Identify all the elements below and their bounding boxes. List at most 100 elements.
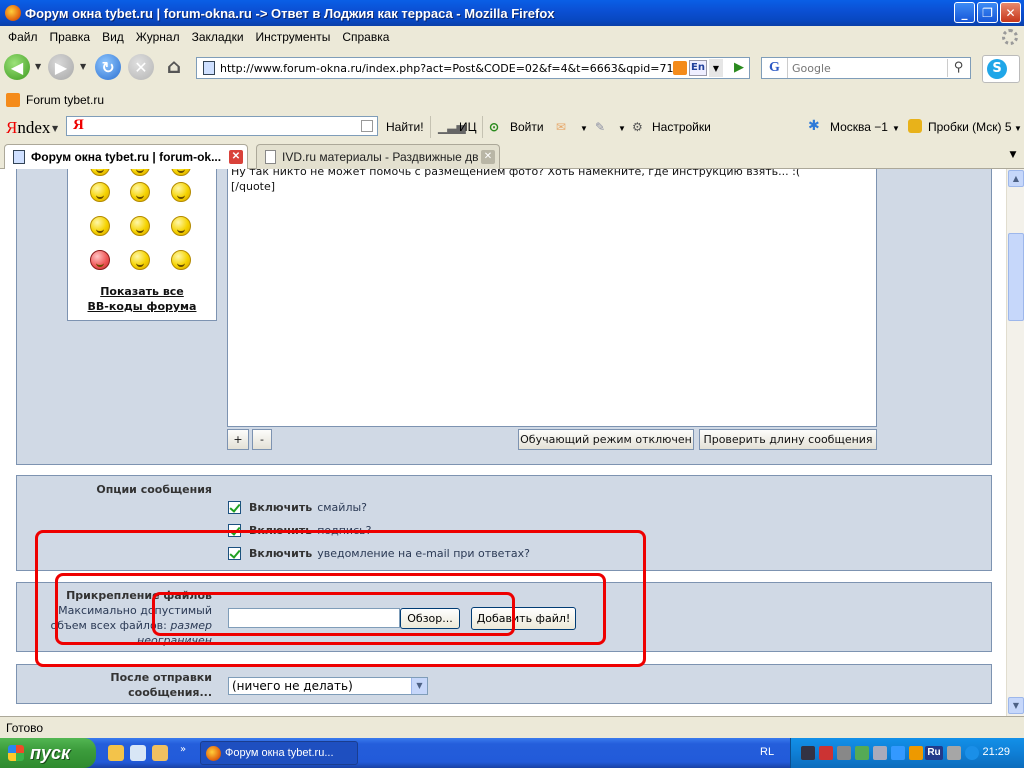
forward-history-dropdown-icon[interactable]: ▼ xyxy=(80,62,86,71)
menu-view[interactable]: Вид xyxy=(96,30,130,44)
page-scrollbar[interactable]: ▲ ▼ xyxy=(1006,169,1024,716)
quicklaunch-outlook-icon[interactable] xyxy=(108,745,124,761)
title-bar[interactable]: Форум окна tybet.ru | forum-okna.ru -> О… xyxy=(0,0,1024,26)
tray-network-icon[interactable] xyxy=(837,746,851,760)
enable-email-notify-checkbox[interactable] xyxy=(228,547,241,560)
url-history-dropdown-icon[interactable]: ▼ xyxy=(709,59,723,77)
option-enable-email-notify[interactable]: Включить уведомление на e-mail при ответа… xyxy=(228,547,530,560)
back-button[interactable]: ◀ xyxy=(4,54,30,80)
tab-close-icon[interactable]: ✕ xyxy=(229,150,243,164)
url-text[interactable]: http://www.forum-okna.ru/index.php?act=P… xyxy=(220,62,680,75)
stop-button[interactable]: ✕ xyxy=(128,54,154,80)
tab-list-dropdown-icon[interactable]: ▼ xyxy=(1004,146,1022,164)
menu-edit[interactable]: Правка xyxy=(44,30,97,44)
search-icon[interactable]: ⚲ xyxy=(947,59,969,77)
tab-ivd[interactable]: IVD.ru материалы - Раздвижные две... ✕ xyxy=(256,144,500,169)
smiley-reading-icon[interactable] xyxy=(171,182,191,202)
smiley-love-icon[interactable] xyxy=(90,250,110,270)
quicklaunch-more-icon[interactable]: » xyxy=(180,744,186,755)
yandex-traffic[interactable]: Пробки (Мск) 5 xyxy=(928,120,1012,134)
enlarge-editor-button[interactable]: + xyxy=(227,429,249,450)
smiley-icon[interactable] xyxy=(90,169,110,176)
yandex-find-button[interactable]: Найти! xyxy=(386,120,424,134)
language-indicator[interactable]: RL xyxy=(760,746,774,758)
yandex-mail-dropdown-icon[interactable]: ▼ xyxy=(580,124,588,133)
taskbar-firefox-window[interactable]: Форум окна tybet.ru... xyxy=(200,741,358,765)
tab-close-icon[interactable]: ✕ xyxy=(481,150,495,164)
smiley-icon[interactable] xyxy=(171,216,191,236)
smiley-icon[interactable] xyxy=(130,182,150,202)
maximize-button[interactable]: ❐ xyxy=(977,2,998,23)
skype-button[interactable]: S xyxy=(982,55,1020,83)
show-all-smilies-link[interactable]: Показать все BB-коды форума xyxy=(68,284,216,314)
enable-signature-checkbox[interactable] xyxy=(228,524,241,537)
weather-dropdown-icon[interactable]: ▼ xyxy=(892,124,900,133)
yandex-mail-icon[interactable]: ✉ xyxy=(556,120,566,134)
yandex-bookmark-icon[interactable]: ✎ xyxy=(595,120,605,134)
tray-app-icon[interactable] xyxy=(819,746,833,760)
enable-smilies-checkbox[interactable] xyxy=(228,501,241,514)
reload-button[interactable]: ↻ xyxy=(95,54,121,80)
scroll-up-arrow-icon[interactable]: ▲ xyxy=(1008,170,1024,187)
rss-feed-icon[interactable] xyxy=(673,61,687,75)
smiley-icon[interactable] xyxy=(90,216,110,236)
menu-file[interactable]: Файл xyxy=(2,30,44,44)
bookmark-forum-tybet[interactable]: Forum tybet.ru xyxy=(26,93,104,107)
tutorial-mode-button[interactable]: Обучающий режим отключен xyxy=(518,429,694,450)
back-history-dropdown-icon[interactable]: ▼ xyxy=(35,62,41,71)
check-length-button[interactable]: Проверить длину сообщения xyxy=(699,429,877,450)
smiley-icon[interactable] xyxy=(171,169,191,176)
forward-button[interactable]: ▶ xyxy=(48,54,74,80)
quicklaunch-show-desktop-icon[interactable] xyxy=(130,745,146,761)
yandex-weather[interactable]: Москва −1 xyxy=(830,120,888,134)
smiley-icon[interactable] xyxy=(130,169,150,176)
add-file-button[interactable]: Добавить файл! xyxy=(471,607,576,630)
option-enable-signature[interactable]: Включить подпись? xyxy=(228,524,371,537)
yandex-menu-dropdown-icon[interactable]: ▼ xyxy=(52,124,58,133)
go-button[interactable]: ▶ xyxy=(731,60,747,76)
chevron-down-icon[interactable]: ▼ xyxy=(411,678,427,694)
tray-app-icon[interactable] xyxy=(855,746,869,760)
yandex-search-input[interactable]: Я xyxy=(66,116,378,136)
address-bar[interactable]: http://www.forum-okna.ru/index.php?act=P… xyxy=(196,57,750,79)
tray-app-icon[interactable] xyxy=(891,746,905,760)
menu-tools[interactable]: Инструменты xyxy=(250,30,337,44)
language-badge[interactable]: En xyxy=(689,60,707,76)
after-post-select[interactable]: (ничего не делать) ▼ xyxy=(228,677,428,695)
tray-app-icon[interactable] xyxy=(909,746,923,760)
scroll-down-arrow-icon[interactable]: ▼ xyxy=(1008,697,1024,714)
search-input[interactable] xyxy=(792,59,942,77)
traffic-dropdown-icon[interactable]: ▼ xyxy=(1014,124,1022,133)
file-path-input[interactable] xyxy=(228,608,400,628)
minimize-button[interactable]: _ xyxy=(954,2,975,23)
smiley-cool-icon[interactable] xyxy=(171,250,191,270)
yandex-logo[interactable]: Яndex xyxy=(6,118,50,138)
tray-app-icon[interactable] xyxy=(947,746,961,760)
tray-language-badge[interactable]: Ru xyxy=(925,746,943,760)
yandex-login-button[interactable]: Войти xyxy=(510,120,544,134)
menu-history[interactable]: Журнал xyxy=(130,30,186,44)
google-engine-icon[interactable]: G xyxy=(762,58,788,78)
system-clock[interactable]: 21:29 xyxy=(982,746,1010,758)
quicklaunch-explorer-icon[interactable] xyxy=(152,745,168,761)
yandex-bookmark-dropdown-icon[interactable]: ▼ xyxy=(618,124,626,133)
browse-button[interactable]: Обзор... xyxy=(400,608,460,629)
tray-app-icon[interactable] xyxy=(873,746,887,760)
yandex-input-checkbox[interactable] xyxy=(361,120,373,132)
start-button[interactable]: пуск xyxy=(0,738,96,768)
yandex-settings-button[interactable]: Настройки xyxy=(652,120,711,134)
tray-app-icon[interactable] xyxy=(801,746,815,760)
menu-bookmarks[interactable]: Закладки xyxy=(186,30,250,44)
smiley-thumbs-up-icon[interactable] xyxy=(130,216,150,236)
tab-forum[interactable]: Форум окна tybet.ru | forum-ok... ✕ xyxy=(4,144,248,169)
smiley-icon[interactable] xyxy=(130,250,150,270)
close-button[interactable]: ✕ xyxy=(1000,2,1021,23)
option-enable-smilies[interactable]: Включить смайлы? xyxy=(228,501,367,514)
tray-skype-icon[interactable] xyxy=(965,746,979,760)
yandex-ic-label[interactable]: ИЦ xyxy=(459,120,477,134)
menu-help[interactable]: Справка xyxy=(336,30,395,44)
smiley-icon[interactable] xyxy=(90,182,110,202)
home-button[interactable]: ⌂ xyxy=(162,54,186,78)
scroll-thumb[interactable] xyxy=(1008,233,1024,321)
shrink-editor-button[interactable]: - xyxy=(252,429,272,450)
